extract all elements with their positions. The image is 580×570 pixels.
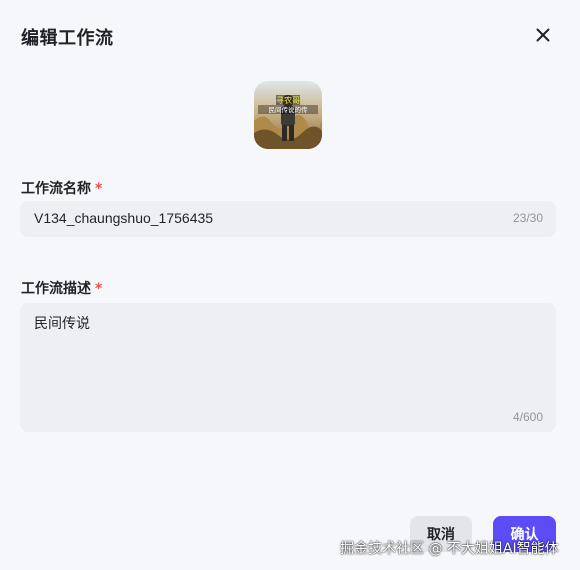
- edit-workflow-dialog: 编辑工作流 寻农哥 民间传说的传 工作流名称 * V134_chaungshuo…: [0, 0, 580, 570]
- watermark-text: 掘金技术社区 @ 不大姐姐AI智能体: [340, 541, 559, 557]
- cover-overlay-title: 寻农哥: [276, 95, 300, 105]
- description-field-label-text: 工作流描述: [21, 281, 91, 297]
- description-required-mark: *: [95, 281, 103, 297]
- workflow-name-input[interactable]: V134_chaungshuo_1756435 23/30: [20, 201, 556, 237]
- name-field-label: 工作流名称 *: [21, 178, 102, 198]
- name-char-counter: 23/30: [512, 211, 543, 225]
- workflow-description-textarea[interactable]: 民间传说 4/600: [20, 303, 556, 432]
- name-field-label-text: 工作流名称: [21, 181, 91, 197]
- workflow-cover-image[interactable]: 寻农哥 民间传说的传: [254, 81, 322, 149]
- workflow-name-value: V134_chaungshuo_1756435: [34, 210, 214, 226]
- workflow-description-value: 民间传说: [34, 316, 90, 332]
- close-icon: [536, 28, 550, 42]
- name-required-mark: *: [95, 181, 103, 197]
- description-field-label: 工作流描述 *: [21, 278, 102, 298]
- description-char-counter: 4/600: [512, 410, 543, 424]
- dialog-title: 编辑工作流: [21, 28, 114, 49]
- cover-overlay-subtitle: 民间传说的传: [269, 105, 309, 114]
- close-button[interactable]: [532, 24, 554, 46]
